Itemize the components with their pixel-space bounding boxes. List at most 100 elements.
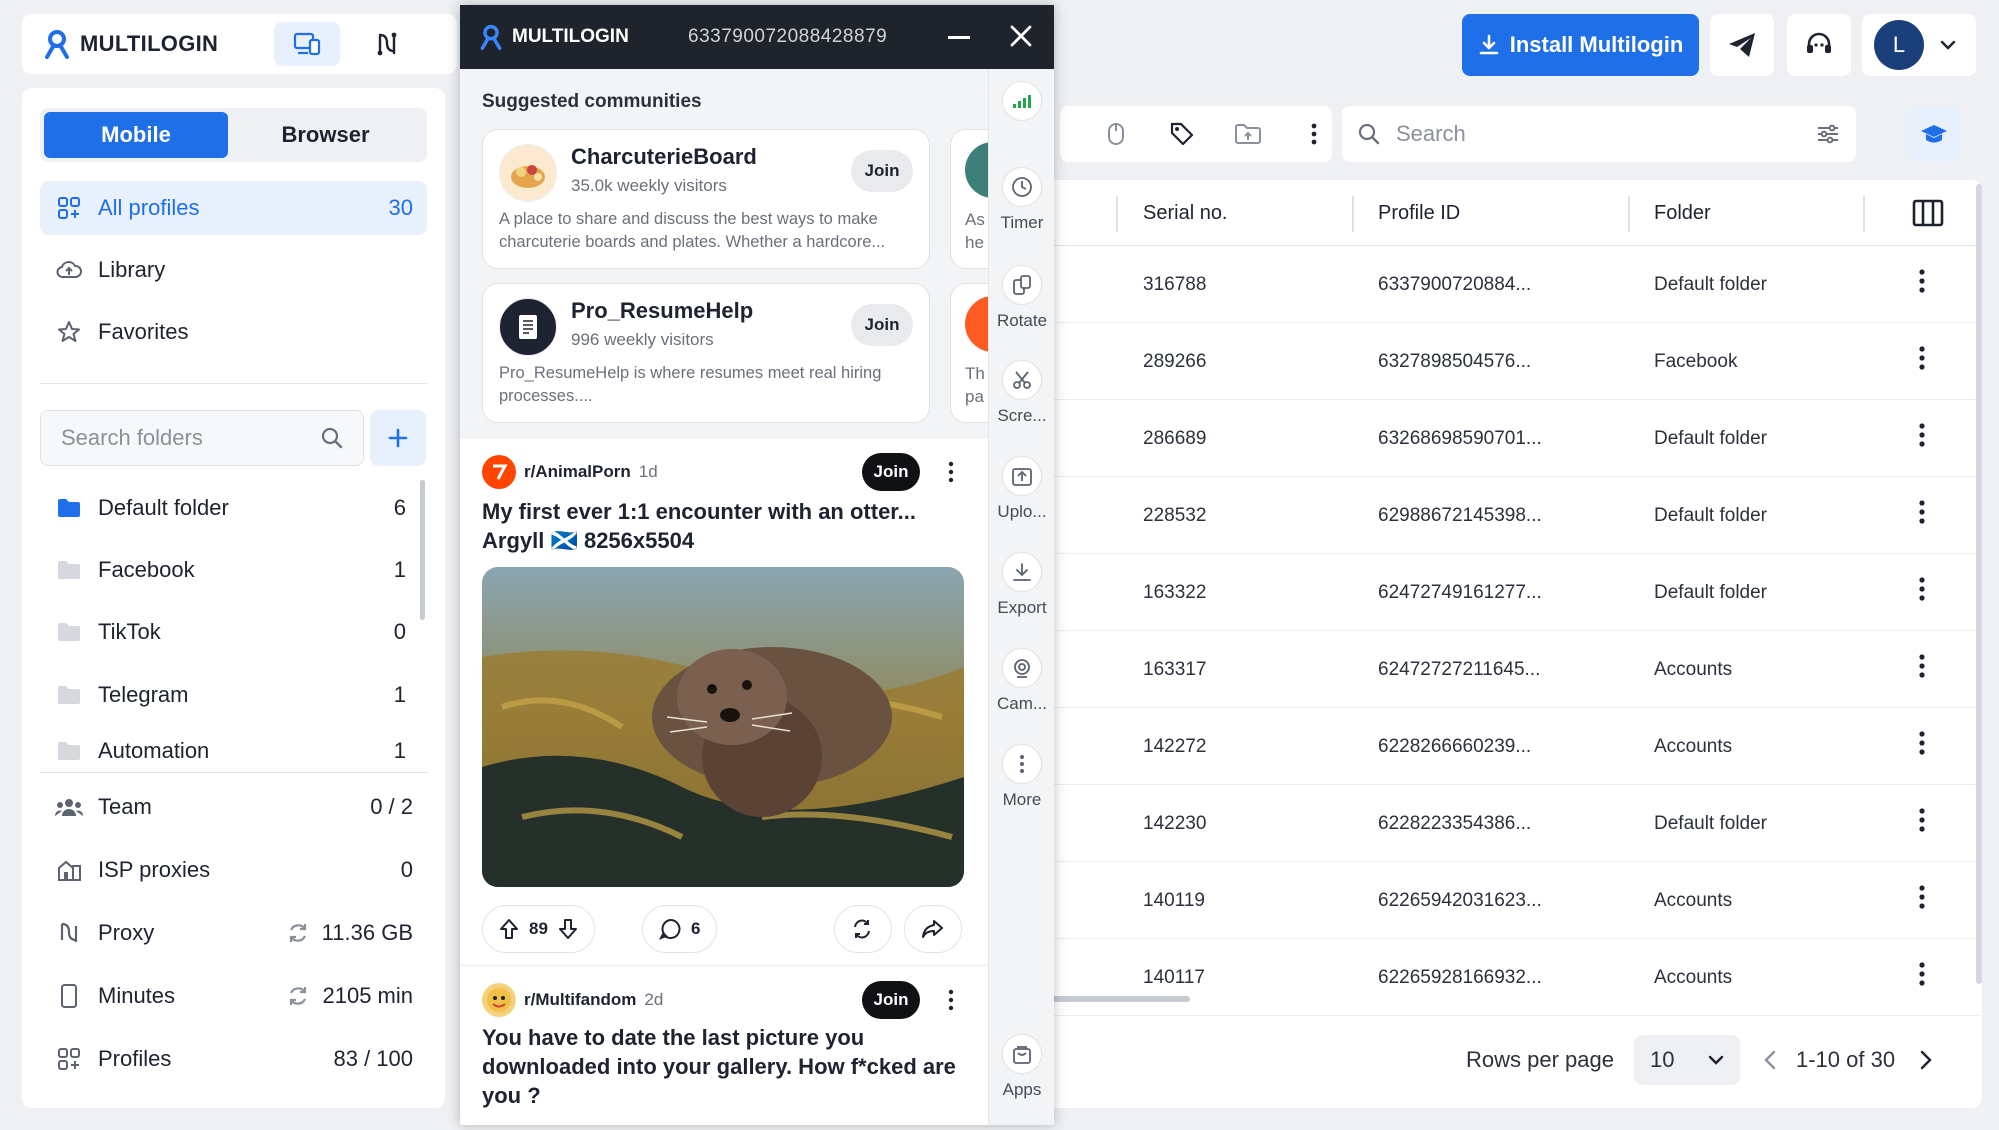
post-image[interactable] (482, 567, 964, 887)
more-vertical-icon[interactable] (1298, 118, 1330, 150)
row-menu-icon[interactable] (1918, 884, 1926, 910)
filter-sliders-icon[interactable] (1816, 123, 1840, 145)
crosspost-button[interactable] (834, 905, 892, 953)
community-card[interactable]: Pro_ResumeHelp 996 weekly visitors Join … (482, 283, 930, 423)
feed-post[interactable]: r/Multifandom 2d Join You have to date t… (460, 967, 988, 1125)
rail-signal[interactable] (989, 81, 1054, 127)
search-folders-input[interactable]: Search folders (40, 410, 364, 466)
column-separator[interactable] (1116, 196, 1118, 232)
tab-mobile[interactable]: Mobile (44, 112, 228, 158)
sidebar-item-team[interactable]: Team 0 / 2 (40, 780, 427, 834)
rail-export[interactable]: Export (989, 552, 1054, 618)
column-separator[interactable] (1352, 196, 1354, 232)
support-button[interactable] (1787, 14, 1851, 76)
downvote-icon[interactable] (558, 918, 578, 940)
tab-browser[interactable]: Browser (228, 112, 423, 158)
upvote-icon[interactable] (499, 918, 519, 940)
profiles-nav-button[interactable] (274, 22, 340, 66)
row-menu-icon[interactable] (1918, 961, 1926, 987)
join-button[interactable]: Join (862, 453, 920, 491)
community-card-peek[interactable]: As he (950, 129, 988, 269)
folder-item-telegram[interactable]: Telegram 1 (40, 668, 420, 722)
routes-nav-button[interactable] (354, 22, 420, 66)
row-menu-icon[interactable] (1918, 345, 1926, 371)
row-menu-icon[interactable] (1918, 268, 1926, 294)
rail-upload[interactable]: Uplo... (989, 456, 1054, 522)
join-button[interactable]: Join (862, 981, 920, 1019)
columns-settings-icon[interactable] (1912, 199, 1944, 227)
comments-button[interactable]: 6 (642, 905, 718, 953)
column-header-folder[interactable]: Folder (1654, 202, 1711, 225)
table-row[interactable]: 163317 62472727211645... Accounts (1040, 631, 1982, 708)
close-icon[interactable] (1010, 25, 1032, 47)
horizontal-scrollbar[interactable] (1040, 996, 1190, 1002)
sidebar-item-library[interactable]: Library (40, 243, 427, 297)
column-header-profile-id[interactable]: Profile ID (1378, 202, 1460, 225)
row-menu-icon[interactable] (1918, 576, 1926, 602)
community-card-peek[interactable]: Th pa (950, 283, 988, 423)
rail-apps[interactable]: Apps (989, 1034, 1054, 1100)
rail-more[interactable]: More (989, 744, 1054, 810)
community-card[interactable]: CharcuterieBoard 35.0k weekly visitors J… (482, 129, 930, 269)
table-row[interactable]: 286689 63268698590701... Default folder (1040, 400, 1982, 477)
sidebar-item-profiles[interactable]: Profiles 83 / 100 (40, 1032, 427, 1086)
minimize-icon[interactable] (948, 36, 970, 40)
sidebar-item-favorites[interactable]: Favorites (40, 305, 427, 359)
share-button[interactable] (904, 905, 962, 953)
tag-icon[interactable] (1166, 118, 1198, 150)
divider (40, 383, 427, 384)
rail-screenshot[interactable]: Scre... (989, 360, 1054, 426)
subreddit-name[interactable]: r/AnimalPorn (524, 462, 631, 482)
rail-camera[interactable]: Cam... (989, 648, 1054, 714)
vertical-scrollbar[interactable] (1976, 184, 1982, 984)
column-header-serial[interactable]: Serial no. (1143, 202, 1228, 225)
sidebar-item-isp-proxies[interactable]: ISP proxies 0 (40, 843, 427, 897)
table-row[interactable]: 142272 6228266660239... Accounts (1040, 708, 1982, 785)
headset-icon (1804, 31, 1834, 59)
column-separator[interactable] (1863, 196, 1865, 232)
rail-timer[interactable]: Timer (989, 167, 1054, 233)
table-row[interactable]: 289266 6327898504576... Facebook (1040, 323, 1982, 400)
table-row[interactable]: 140117 62265928166932... Accounts (1040, 939, 1982, 1016)
rail-rotate[interactable]: Rotate (989, 265, 1054, 331)
move-to-folder-icon[interactable] (1232, 118, 1264, 150)
column-separator[interactable] (1628, 196, 1630, 232)
folder-item-automation[interactable]: Automation 1 (40, 730, 420, 772)
telegram-button[interactable] (1710, 14, 1774, 76)
sidebar-item-all-profiles[interactable]: All profiles 30 (40, 181, 427, 235)
folder-item-tiktok[interactable]: TikTok 0 (40, 605, 420, 659)
join-button[interactable]: Join (851, 150, 913, 192)
row-menu-icon[interactable] (1918, 422, 1926, 448)
tutorial-button[interactable] (1906, 106, 1962, 162)
more-vertical-icon[interactable] (948, 461, 954, 483)
more-vertical-icon[interactable] (948, 989, 954, 1011)
install-multilogin-button[interactable]: Install Multilogin (1462, 14, 1699, 76)
row-menu-icon[interactable] (1918, 653, 1926, 679)
refresh-icon[interactable] (286, 921, 310, 945)
row-menu-icon[interactable] (1918, 730, 1926, 756)
next-page-button[interactable] (1920, 1050, 1932, 1070)
sidebar-item-minutes[interactable]: Minutes 2105 min (40, 969, 427, 1023)
upload-icon (1002, 456, 1042, 496)
add-folder-button[interactable] (370, 410, 426, 466)
folder-item-default[interactable]: Default folder 6 (40, 481, 420, 535)
table-row[interactable]: 228532 62988672145398... Default folder (1040, 477, 1982, 554)
row-menu-icon[interactable] (1918, 807, 1926, 833)
folder-item-facebook[interactable]: Facebook 1 (40, 543, 420, 597)
folders-scrollbar[interactable] (420, 480, 425, 620)
feed-post[interactable]: r/AnimalPorn 1d Join My first ever 1:1 e… (460, 439, 988, 964)
table-row[interactable]: 316788 6337900720884... Default folder (1040, 246, 1982, 323)
user-menu[interactable]: L (1862, 14, 1976, 76)
refresh-icon[interactable] (286, 984, 310, 1008)
table-row[interactable]: 163322 62472749161277... Default folder (1040, 554, 1982, 631)
profile-search-input[interactable]: Search (1342, 106, 1856, 162)
subreddit-name[interactable]: r/Multifandom (524, 990, 636, 1010)
table-row[interactable]: 142230 6228223354386... Default folder (1040, 785, 1982, 862)
prev-page-button[interactable] (1764, 1050, 1776, 1070)
mouse-icon[interactable] (1100, 118, 1132, 150)
join-button[interactable]: Join (851, 304, 913, 346)
sidebar-item-proxy[interactable]: Proxy 11.36 GB (40, 906, 427, 960)
table-row[interactable]: 140119 62265942031623... Accounts (1040, 862, 1982, 939)
rows-per-page-select[interactable]: 10 (1634, 1035, 1740, 1085)
row-menu-icon[interactable] (1918, 499, 1926, 525)
